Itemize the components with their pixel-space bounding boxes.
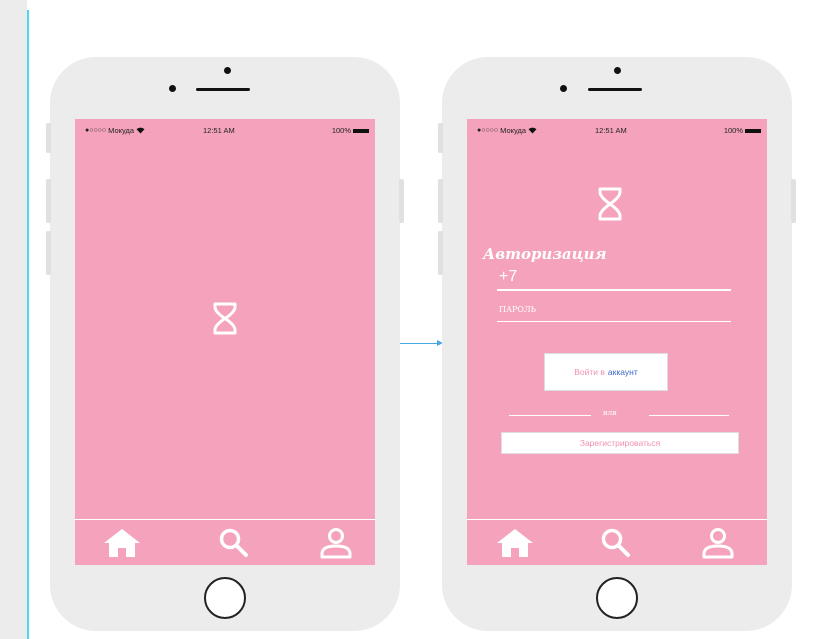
- battery-icon: [353, 128, 369, 133]
- left-guide-line: [27, 10, 29, 639]
- auth-title: Авторизация: [483, 245, 607, 263]
- tab-bar: [467, 519, 767, 565]
- password-input[interactable]: ПАРОЛЬ: [497, 305, 731, 322]
- or-separator-text: или: [603, 409, 617, 417]
- sensor-dot: [560, 85, 567, 92]
- battery-icon: [745, 128, 761, 133]
- carrier: ●○○○○ Мокуда: [85, 126, 145, 135]
- register-button-label: Зарегистрироваться: [579, 438, 661, 448]
- home-hardware-button[interactable]: [596, 577, 638, 619]
- status-bar: ●○○○○ Мокуда 12:51 AM 100%: [467, 125, 767, 137]
- wifi-icon: [136, 127, 145, 134]
- carrier-name: Мокуда: [108, 126, 135, 135]
- battery-percent: 100%: [723, 126, 743, 135]
- flow-arrow-line: [400, 343, 438, 344]
- home-icon: [497, 529, 533, 557]
- home-hardware-button[interactable]: [204, 577, 246, 619]
- status-bar: ●○○○○ Мокуда 12:51 AM 100%: [75, 125, 375, 137]
- phone-mockup-splash: ●○○○○ Мокуда 12:51 AM 100%: [46, 57, 404, 631]
- tab-search[interactable]: [596, 526, 636, 560]
- side-button: [46, 179, 51, 223]
- side-button: [46, 123, 51, 153]
- side-button: [438, 179, 443, 223]
- speaker-grille: [196, 88, 250, 91]
- side-button: [46, 231, 51, 275]
- user-icon: [320, 528, 352, 559]
- front-camera: [614, 67, 621, 74]
- battery-percent: 100%: [331, 126, 351, 135]
- status-time: 12:51 AM: [595, 126, 627, 135]
- tab-search[interactable]: [214, 526, 254, 560]
- password-placeholder: ПАРОЛЬ: [499, 305, 537, 314]
- side-button: [399, 179, 404, 223]
- divider-left: [509, 415, 591, 416]
- user-icon: [702, 528, 734, 559]
- side-button: [438, 123, 443, 153]
- hourglass-icon: [598, 187, 622, 221]
- left-guide-strip: [0, 0, 27, 639]
- signal-icon: ●○○○○: [477, 127, 499, 134]
- tab-profile[interactable]: [316, 526, 356, 560]
- status-time: 12:51 AM: [203, 126, 235, 135]
- signal-icon: ●○○○○: [85, 127, 107, 134]
- side-button: [791, 179, 796, 223]
- phone-mockup-login: ●○○○○ Мокуда 12:51 AM 100% Авторизация +…: [438, 57, 796, 631]
- carrier: ●○○○○ Мокуда: [477, 126, 537, 135]
- hourglass-icon: [213, 302, 237, 335]
- battery: 100%: [332, 126, 369, 135]
- wifi-icon: [528, 127, 537, 134]
- front-camera: [224, 67, 231, 74]
- register-button[interactable]: Зарегистрироваться: [501, 432, 739, 454]
- login-screen: ●○○○○ Мокуда 12:51 AM 100% Авторизация +…: [467, 119, 767, 565]
- divider-right: [649, 415, 729, 416]
- carrier-name: Мокуда: [500, 126, 527, 135]
- home-icon: [104, 529, 140, 557]
- login-button[interactable]: Войти в аккаунт: [544, 353, 668, 391]
- tab-bar: [75, 519, 375, 565]
- login-button-label-accent: аккаунт: [607, 367, 638, 377]
- login-button-label: Войти в: [574, 367, 605, 377]
- sensor-dot: [169, 85, 176, 92]
- tab-profile[interactable]: [698, 526, 738, 560]
- phone-input[interactable]: +7: [497, 267, 731, 291]
- search-icon: [601, 528, 630, 557]
- tab-home[interactable]: [102, 526, 142, 560]
- splash-screen: ●○○○○ Мокуда 12:51 AM 100%: [75, 119, 375, 565]
- speaker-grille: [588, 88, 642, 91]
- battery: 100%: [724, 126, 761, 135]
- phone-input-value: +7: [499, 268, 518, 285]
- side-button: [438, 231, 443, 275]
- search-icon: [219, 528, 248, 557]
- tab-home[interactable]: [495, 526, 535, 560]
